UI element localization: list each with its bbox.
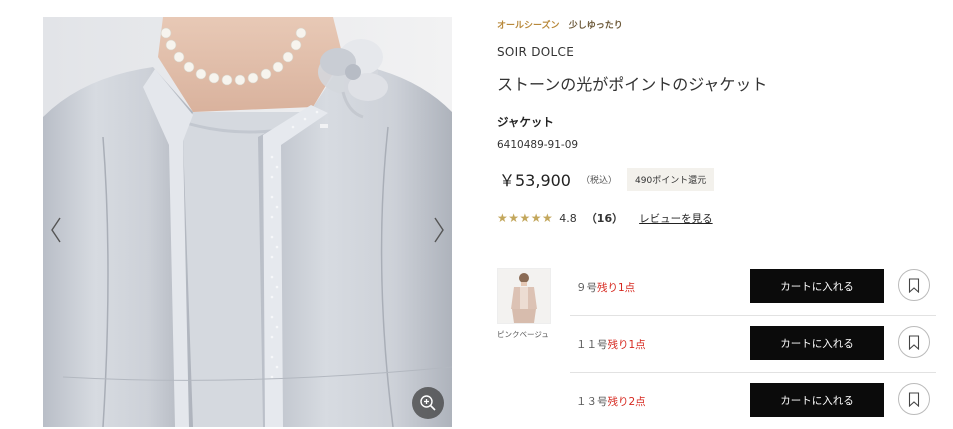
- size-number: １１号: [576, 339, 608, 351]
- points-badge: 490ポイント還元: [627, 167, 715, 191]
- add-to-cart-button[interactable]: カートに入れる: [750, 383, 884, 417]
- bookmark-icon: [908, 391, 920, 407]
- size-row: １３号残り2点 カートに入れる: [570, 373, 936, 429]
- color-option: ピンクベージュ: [497, 268, 552, 340]
- chevron-left-icon: [51, 217, 61, 243]
- favorite-button[interactable]: [898, 383, 930, 415]
- zoom-in-icon: [420, 395, 436, 411]
- rating-score: 4.8: [559, 211, 577, 225]
- stock-status: 残り1点: [607, 339, 646, 351]
- chevron-right-icon: [434, 217, 444, 243]
- tax-note: （税込）: [581, 175, 618, 186]
- season-tag: オールシーズン: [497, 21, 560, 31]
- size-row: １１号残り1点 カートに入れる: [570, 316, 936, 373]
- size-number: １３号: [576, 396, 608, 408]
- stock-status: 残り2点: [607, 396, 646, 408]
- size-label: ９号残り1点: [576, 280, 635, 295]
- bookmark-icon: [908, 277, 920, 293]
- price-row: ￥53,900 （税込） 490ポイント還元: [497, 167, 715, 191]
- thumbnail-image: [498, 269, 550, 323]
- product-tags: オールシーズン 少しゆったり: [497, 18, 623, 31]
- size-number: ９号: [576, 282, 597, 294]
- size-label: １１号残り1点: [576, 337, 646, 352]
- favorite-button[interactable]: [898, 326, 930, 358]
- review-count: （16）: [585, 212, 624, 225]
- bookmark-icon: [908, 334, 920, 350]
- rating-row: ★★★★★ 4.8 （16） レビューを見る: [497, 210, 713, 226]
- view-reviews-link[interactable]: レビューを見る: [639, 211, 713, 226]
- price: ￥53,900: [499, 171, 571, 190]
- previous-image-button[interactable]: [45, 213, 67, 247]
- size-list: ９号残り1点 カートに入れる １１号残り1点 カートに入れる １３号残り2点 カ…: [570, 259, 936, 429]
- fit-tag: 少しゆったり: [568, 21, 623, 31]
- add-to-cart-button[interactable]: カートに入れる: [750, 326, 884, 360]
- product-photo: [43, 17, 452, 427]
- favorite-button[interactable]: [898, 269, 930, 301]
- next-image-button[interactable]: [428, 213, 450, 247]
- size-label: １３号残り2点: [576, 394, 646, 409]
- zoom-button[interactable]: [412, 387, 444, 419]
- product-code: 6410489-91-09: [497, 139, 579, 151]
- product-category: ジャケット: [497, 115, 554, 129]
- star-rating-icon: ★★★★★: [497, 211, 554, 225]
- size-row: ９号残り1点 カートに入れる: [570, 259, 936, 316]
- color-name: ピンクベージュ: [497, 330, 549, 339]
- stock-status: 残り1点: [597, 282, 636, 294]
- product-image-gallery: [43, 17, 452, 427]
- color-thumbnail[interactable]: [497, 268, 551, 324]
- add-to-cart-button[interactable]: カートに入れる: [750, 269, 884, 303]
- brand-name: SOIR DOLCE: [497, 45, 575, 59]
- product-title: ストーンの光がポイントのジャケット: [497, 75, 768, 94]
